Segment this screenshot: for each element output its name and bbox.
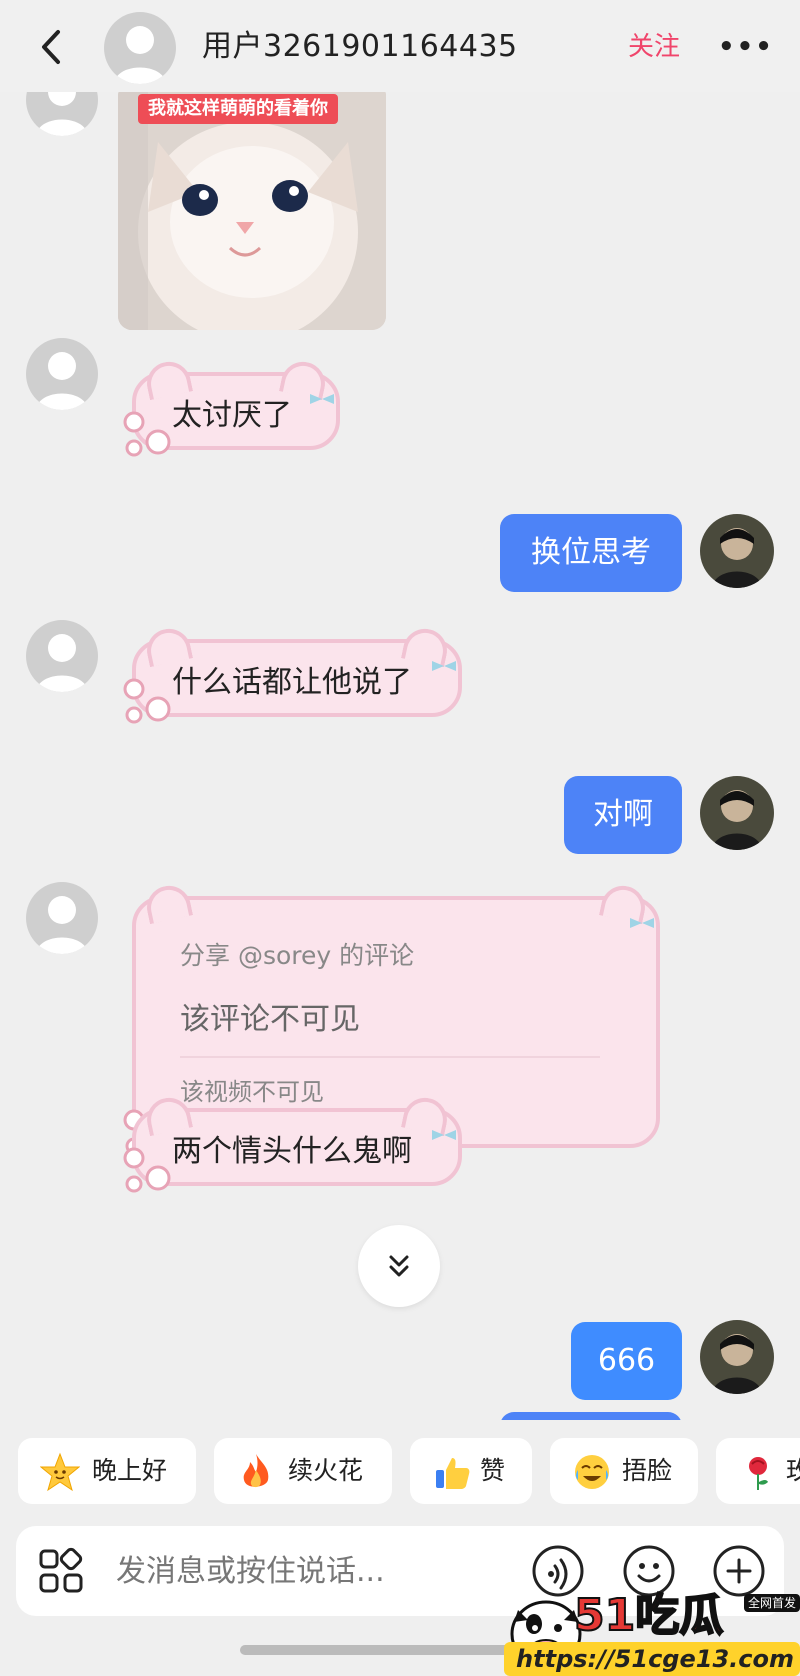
sent-message-bubble-partial[interactable] bbox=[500, 1412, 682, 1420]
sent-message-bubble[interactable]: 换位思考 bbox=[500, 514, 682, 592]
my-avatar[interactable] bbox=[700, 514, 774, 588]
bow-icon bbox=[432, 661, 456, 671]
my-avatar[interactable] bbox=[700, 776, 774, 850]
message-text: 什么话都让他说了 bbox=[172, 665, 412, 700]
received-message-bubble[interactable]: 太讨厌了 bbox=[123, 357, 340, 457]
sent-message-bubble[interactable]: 对啊 bbox=[564, 776, 682, 854]
quick-reply-chip[interactable]: 捂脸 bbox=[550, 1438, 698, 1504]
double-chevron-down-icon bbox=[389, 1255, 409, 1277]
scroll-to-bottom-button[interactable] bbox=[358, 1225, 440, 1307]
share-title: 分享 @sorey 的评论 bbox=[180, 941, 415, 970]
quick-reply-chip[interactable]: 晚上好 bbox=[18, 1438, 196, 1504]
share-comment-text: 该评论不可见 bbox=[180, 1002, 360, 1037]
contact-name[interactable]: 用户3261901164435 bbox=[202, 24, 518, 70]
bow-icon bbox=[630, 918, 654, 928]
message-input[interactable] bbox=[116, 1546, 516, 1596]
more-options-button[interactable]: ••• bbox=[718, 26, 772, 68]
message-text: 换位思考 bbox=[531, 535, 651, 570]
quick-reply-bar: 晚上好 续火花 赞 捂脸 玫 bbox=[0, 1438, 800, 1508]
face-with-tears-icon bbox=[575, 1455, 609, 1489]
watermark-url: https://51cge13.com bbox=[504, 1642, 800, 1676]
chevron-left-icon bbox=[42, 30, 60, 64]
sender-avatar[interactable] bbox=[26, 338, 98, 410]
charm-icon bbox=[123, 678, 171, 724]
sender-avatar[interactable] bbox=[26, 882, 98, 954]
message-text: 两个情头什么鬼啊 bbox=[172, 1134, 412, 1169]
kitten-photo bbox=[118, 92, 386, 330]
message-text: 太讨厌了 bbox=[172, 398, 292, 433]
quick-reply-chip[interactable]: 续火花 bbox=[214, 1438, 392, 1504]
chip-label: 续火花 bbox=[288, 1456, 364, 1485]
chat-header: 用户3261901164435 关注 ••• bbox=[0, 0, 800, 92]
received-message-bubble[interactable]: 两个情头什么鬼啊 bbox=[123, 1093, 462, 1193]
sender-avatar[interactable] bbox=[26, 92, 98, 136]
follow-button[interactable]: 关注 bbox=[628, 24, 680, 70]
contact-avatar[interactable] bbox=[104, 12, 176, 84]
received-message-bubble[interactable]: 什么话都让他说了 bbox=[123, 624, 462, 724]
charm-icon bbox=[123, 411, 171, 457]
divider bbox=[180, 1056, 600, 1058]
my-avatar[interactable] bbox=[700, 1320, 774, 1394]
chip-label: 晚上好 bbox=[92, 1456, 168, 1485]
bow-icon bbox=[432, 1130, 456, 1140]
message-text: 666 bbox=[597, 1343, 656, 1378]
apps-icon[interactable] bbox=[36, 1546, 86, 1596]
watermark-badge: 全网首发 bbox=[743, 1594, 800, 1612]
chip-label: 赞 bbox=[480, 1456, 506, 1485]
watermark: 51吃瓜 全网首发 https://51cge13.com bbox=[504, 1588, 800, 1676]
message-text: 对啊 bbox=[593, 797, 653, 832]
bubble-ear-left bbox=[142, 881, 194, 925]
chip-label: 捂脸 bbox=[622, 1456, 673, 1485]
bow-icon bbox=[310, 394, 334, 404]
image-caption: 我就这样萌萌的看着你 bbox=[138, 94, 338, 124]
message-list[interactable]: 我就这样萌萌的看着你 太讨厌了 换位思考 什么话都让他说了 对啊 分享 @sor… bbox=[0, 92, 800, 1420]
quick-reply-chip[interactable]: 玫 bbox=[716, 1438, 800, 1504]
sender-avatar[interactable] bbox=[26, 620, 98, 692]
share-video-text: 该视频不可见 bbox=[180, 1078, 324, 1106]
watermark-brand: 51吃瓜 bbox=[573, 1589, 724, 1642]
chip-label: 玫 bbox=[786, 1456, 800, 1485]
thumbs-up-icon bbox=[436, 1458, 470, 1489]
back-button[interactable] bbox=[30, 22, 74, 72]
star-face-icon bbox=[40, 1452, 80, 1492]
image-message[interactable]: 我就这样萌萌的看着你 bbox=[118, 92, 386, 330]
fire-icon bbox=[243, 1454, 269, 1488]
charm-icon bbox=[123, 1147, 171, 1193]
quick-reply-chip[interactable]: 赞 bbox=[410, 1438, 532, 1504]
sent-message-bubble[interactable]: 666 bbox=[571, 1322, 682, 1400]
rose-icon bbox=[749, 1457, 768, 1490]
